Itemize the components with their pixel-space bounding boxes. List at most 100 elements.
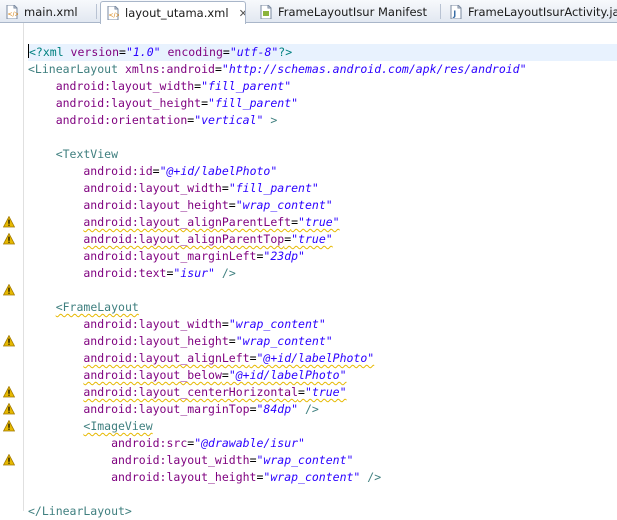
code-line[interactable]: android:text="isur" />	[28, 265, 617, 282]
code-line[interactable]: android:layout_width="fill_parent"	[28, 180, 617, 197]
code-token: "fill_parent"	[228, 181, 319, 195]
code-line[interactable]: <TextView	[28, 146, 617, 163]
code-token: "wrap_content"	[256, 453, 354, 467]
code-token: android:layout_height	[28, 198, 229, 212]
code-token: android:layout_height	[28, 470, 257, 484]
tab-separator	[96, 4, 97, 19]
code-token: "fill_parent"	[208, 96, 299, 110]
close-icon[interactable]: ✕	[239, 7, 245, 20]
code-token: "true"	[291, 232, 333, 246]
code-token: encoding	[160, 45, 223, 59]
svg-text:J: J	[452, 10, 456, 19]
xml-file-icon: </>	[6, 5, 18, 19]
svg-text:</>: </>	[8, 11, 19, 18]
code-line[interactable]: android:layout_centerHorizontal="true"	[28, 384, 617, 401]
manifest-icon	[260, 5, 272, 19]
warning-icon[interactable]	[3, 216, 15, 228]
code-line[interactable]: android:layout_height="wrap_content"	[28, 197, 617, 214]
tab-label: FrameLayoutIsur Manifest	[278, 5, 428, 19]
warning-icon[interactable]	[3, 386, 15, 398]
tab-layout-utama-xml[interactable]: </> layout_utama.xml ✕	[100, 1, 246, 24]
code-line[interactable]: <LinearLayout xmlns:android="http://sche…	[28, 61, 617, 78]
code-token: android:text	[28, 266, 167, 280]
code-token: =	[228, 334, 236, 348]
code-line[interactable]: android:src="@drawable/isur"	[28, 435, 617, 452]
code-line[interactable]: android:layout_width="wrap_content"	[28, 316, 617, 333]
warning-icon[interactable]	[3, 233, 15, 245]
tab-separator	[440, 4, 441, 19]
code-line[interactable]: <?xml version="1.0" encoding="utf-8"?>	[28, 44, 617, 61]
code-line[interactable]	[28, 282, 617, 299]
tab-manifest[interactable]: FrameLayoutIsur Manifest	[254, 1, 434, 23]
code-token: />	[360, 470, 382, 484]
code-line[interactable]: android:layout_alignParentTop="true"	[28, 231, 617, 248]
tab-label: layout_utama.xml	[125, 6, 229, 20]
code-text-area[interactable]: <?xml version="1.0" encoding="utf-8"?> <L…	[28, 44, 617, 520]
java-file-icon: J	[450, 5, 462, 19]
code-line[interactable]: android:layout_width="fill_parent"	[28, 78, 617, 95]
code-line[interactable]: android:layout_height="fill_parent"	[28, 95, 617, 112]
code-line[interactable]: android:layout_width="wrap_content"	[28, 452, 617, 469]
warning-icon[interactable]	[3, 335, 15, 347]
code-line[interactable]	[28, 129, 617, 146]
warning-icon[interactable]	[3, 403, 15, 415]
xml-file-icon: </>	[107, 6, 119, 20]
code-line[interactable]: android:layout_marginTop="84dp" />	[28, 401, 617, 418]
code-line[interactable]: android:orientation="vertical" >	[28, 112, 617, 129]
code-token: "wrap_content"	[235, 334, 333, 348]
tab-label: FrameLayoutIsurActivity.java	[468, 5, 617, 19]
code-token: android:layout_alignParentLeft	[83, 215, 292, 229]
warning-icon[interactable]	[3, 284, 15, 296]
code-token: =	[291, 215, 299, 229]
code-line[interactable]: android:layout_height="wrap_content" />	[28, 469, 617, 486]
code-token: <ImageView	[83, 419, 153, 433]
code-token: </LinearLayout>	[28, 504, 132, 518]
code-token: version	[70, 45, 120, 59]
code-token: android:layout_marginLeft	[28, 249, 257, 263]
code-token: =	[152, 164, 160, 178]
code-token: <?xml	[29, 45, 71, 59]
warning-icon[interactable]	[3, 420, 15, 432]
code-line[interactable]: <FrameLayout	[28, 299, 617, 316]
code-token: android:layout_height	[28, 96, 202, 110]
code-token: android:layout_alignLeft	[83, 351, 250, 365]
code-token: android:layout_centerHorizontal	[83, 385, 299, 399]
code-token: <LinearLayout	[28, 62, 125, 76]
code-token: "23dp"	[263, 249, 305, 263]
code-token: android:id	[28, 164, 153, 178]
tab-main-xml[interactable]: </> main.xml	[0, 1, 88, 23]
code-token: "utf-8"	[229, 45, 279, 59]
code-line[interactable]	[28, 486, 617, 503]
code-line[interactable]: android:id="@+id/labelPhoto"	[28, 163, 617, 180]
code-token: "vertical"	[194, 113, 264, 127]
code-token: android:layout_height	[28, 334, 229, 348]
code-line[interactable]: <ImageView	[28, 418, 617, 435]
code-token: =	[249, 453, 257, 467]
code-token: android:layout_alignParentTop	[83, 232, 285, 246]
code-line[interactable]: android:layout_alignLeft="@+id/labelPhot…	[28, 350, 617, 367]
code-line[interactable]: android:layout_marginLeft="23dp"	[28, 248, 617, 265]
code-token: "@+id/labelPhoto"	[228, 368, 347, 382]
svg-text:</>: </>	[109, 12, 120, 19]
code-token: android:layout_width	[28, 79, 195, 93]
code-token: "wrap_content"	[263, 470, 361, 484]
code-token: =	[221, 317, 229, 331]
code-line[interactable]: android:layout_height="wrap_content"	[28, 333, 617, 350]
tab-activity-java[interactable]: J FrameLayoutIsurActivity.java	[444, 1, 617, 23]
code-token: android:layout_below	[83, 368, 222, 382]
code-token: "http://schemas.android.com/apk/res/andr…	[221, 62, 527, 76]
code-line[interactable]: android:layout_alignParentLeft="true"	[28, 214, 617, 231]
code-token: =	[228, 198, 236, 212]
code-token: =	[214, 62, 222, 76]
xml-code-editor[interactable]: <?xml version="1.0" encoding="utf-8"?> <L…	[0, 23, 617, 518]
warning-icon[interactable]	[3, 454, 15, 466]
editor-tab-bar: </> main.xml </> layout_utama.xml ✕ Fram…	[0, 0, 617, 24]
code-token: xmlns:android	[124, 62, 215, 76]
code-line[interactable]: android:layout_below="@+id/labelPhoto"	[28, 367, 617, 384]
code-line[interactable]: </LinearLayout>	[28, 503, 617, 520]
